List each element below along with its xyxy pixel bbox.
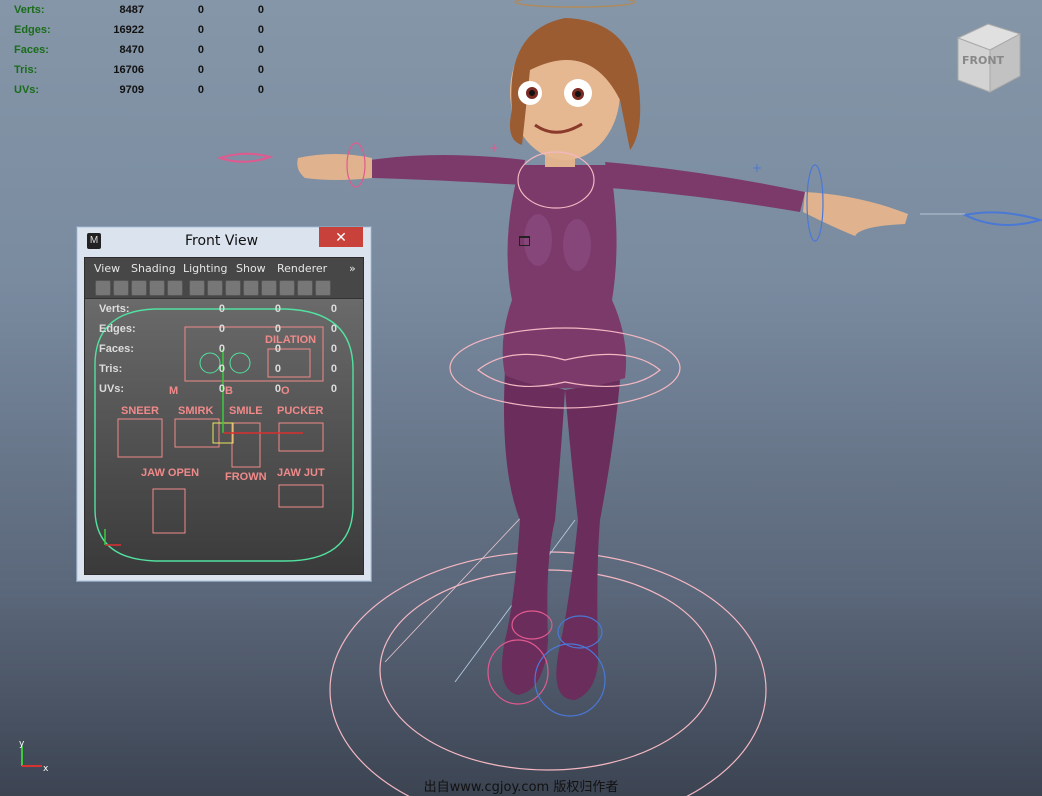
hud-label: Edges: [99, 323, 136, 335]
menu-overflow-icon[interactable]: » [349, 262, 356, 275]
camera-attributes-icon[interactable] [113, 280, 129, 296]
flat-shade-icon[interactable] [243, 280, 259, 296]
grid-icon[interactable] [167, 280, 183, 296]
axis-indicator: y x [19, 740, 49, 774]
lighting-icon[interactable] [279, 280, 295, 296]
svg-text:y: y [19, 740, 25, 749]
xray-icon[interactable] [261, 280, 277, 296]
view-cube-label: FRONT [962, 54, 1005, 67]
menu-lighting[interactable]: Lighting [183, 262, 227, 275]
panel-menubar: View Shading Lighting Show Renderer » [85, 258, 363, 278]
smirk-label: SMIRK [178, 405, 214, 417]
close-button[interactable]: ✕ [319, 227, 363, 247]
hud-value: 0 [218, 343, 225, 355]
maya-app-icon: M [87, 233, 101, 249]
image-plane-icon[interactable] [149, 280, 165, 296]
film-gate-icon[interactable] [207, 280, 223, 296]
m-label: M [169, 385, 179, 397]
window-title: Front View [185, 233, 259, 249]
hud-label: UVs: [99, 383, 125, 395]
hud-label: Faces: [99, 343, 134, 355]
dilation-label: DILATION [265, 334, 317, 346]
hud-value: 0 [330, 303, 337, 315]
svg-text:x: x [43, 764, 49, 774]
wireframe-icon[interactable] [189, 280, 205, 296]
jaw-open-label: JAW OPEN [141, 467, 200, 479]
bookmark-icon[interactable] [131, 280, 147, 296]
subview-poly-hud: Verts: 0 0 0 Edges: 0 0 0 Faces: 0 0 0 Tris: 0 0 0 U… [99, 299, 337, 399]
texture-icon[interactable] [297, 280, 313, 296]
svg-text:+: + [489, 141, 499, 155]
smooth-shade-icon[interactable] [225, 280, 241, 296]
hud-value: 0 [274, 363, 281, 375]
window-titlebar[interactable]: M Front View ✕ [77, 227, 530, 255]
text-icon[interactable] [315, 280, 331, 296]
hud-value: 0 [330, 363, 337, 375]
hud-value: 0 [274, 303, 281, 315]
b-label: B [225, 385, 233, 397]
menu-shading[interactable]: Shading [131, 262, 176, 275]
face-rig-view[interactable]: Verts: 0 0 0 Edges: 0 0 0 Faces: 0 0 0 Tris: 0 0 0 U… [85, 299, 363, 574]
menu-renderer[interactable]: Renderer [277, 262, 327, 275]
pucker-label: PUCKER [277, 405, 324, 417]
view-cube[interactable]: FRONT [950, 20, 1026, 99]
menu-view[interactable]: View [94, 262, 120, 275]
hud-value: 0 [218, 363, 225, 375]
hud-value: 0 [218, 323, 225, 335]
svg-text:+: + [752, 161, 762, 175]
front-view-window[interactable]: M Front View ✕ View Shading Lighting Sho… [76, 226, 530, 582]
sneer-label: SNEER [121, 405, 159, 417]
hud-value: 0 [218, 303, 225, 315]
jaw-jut-label: JAW JUT [277, 467, 325, 479]
watermark-text: 出自www.cgjoy.com 版权归作者 [423, 780, 619, 795]
smile-label: SMILE [229, 405, 263, 417]
frown-label: FROWN [225, 471, 267, 483]
camera-select-icon[interactable] [95, 280, 111, 296]
menu-show[interactable]: Show [236, 262, 266, 275]
o-label: O [281, 385, 290, 397]
hud-label: Tris: [99, 363, 123, 375]
hud-label: Verts: [99, 303, 130, 315]
panel-toolbar [85, 278, 363, 299]
panel-content: View Shading Lighting Show Renderer » Ve… [84, 257, 364, 575]
hud-value: 0 [274, 383, 281, 395]
